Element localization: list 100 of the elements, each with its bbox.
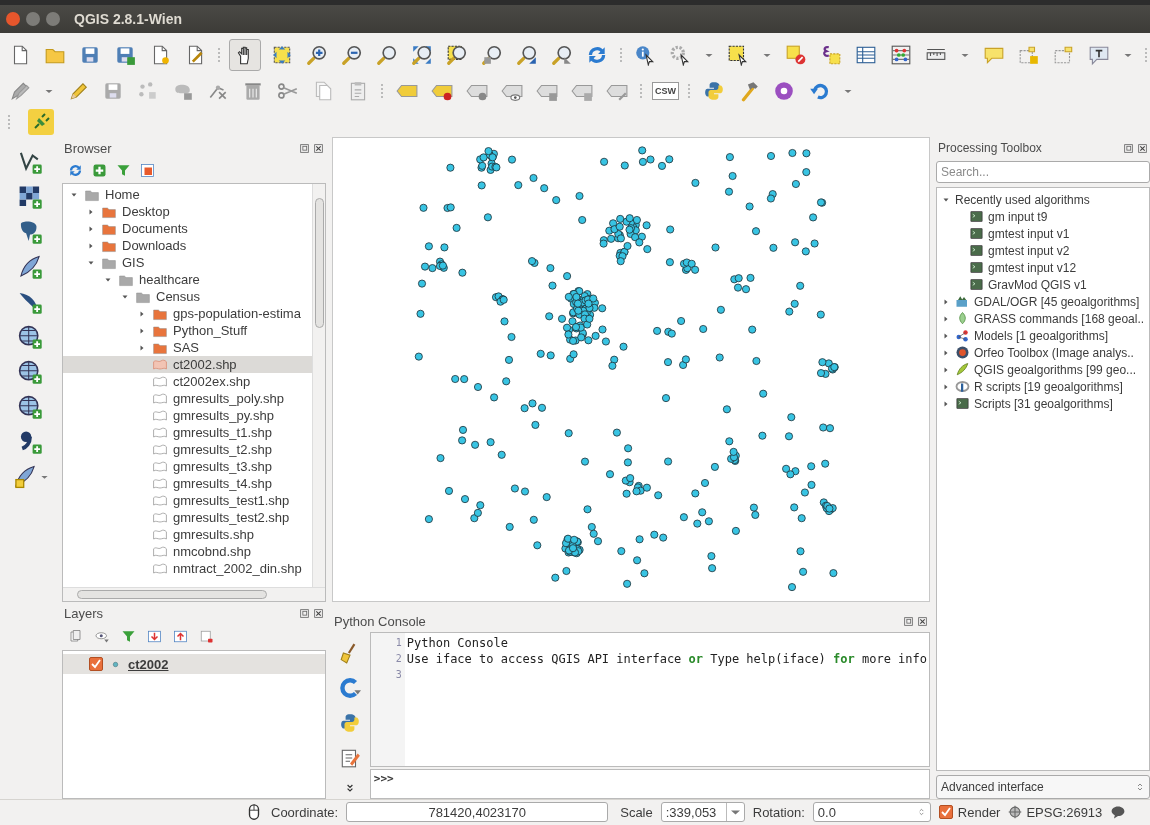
console-input[interactable]: >>> (369, 769, 930, 799)
tree-item[interactable]: Desktop (63, 203, 312, 220)
tree-item[interactable]: Python_Stuff (63, 322, 312, 339)
globe-add-icon[interactable] (17, 324, 43, 350)
tree-item[interactable]: ct2002.shp (63, 356, 312, 373)
tree-item[interactable]: gmresults_t2.shp (63, 441, 312, 458)
tree-item[interactable]: gmresults_poly.shp (63, 390, 312, 407)
layer-item[interactable]: ct2002 (63, 654, 325, 674)
info-cursor-icon[interactable] (634, 44, 656, 66)
magnifier-icon[interactable] (446, 44, 468, 66)
globe-add-icon[interactable] (17, 359, 43, 385)
tree-item[interactable]: R scripts [19 geoalgorithms] (937, 378, 1149, 395)
tree-item[interactable]: Home (63, 186, 312, 203)
close-icon[interactable] (313, 142, 324, 154)
close-icon[interactable] (313, 607, 324, 619)
tree-item[interactable]: gmresults_t1.shp (63, 424, 312, 441)
zoom-out-icon[interactable] (341, 44, 363, 66)
tree-item[interactable]: Documents (63, 220, 312, 237)
python-icon[interactable] (703, 80, 725, 102)
maximize-button[interactable] (46, 12, 60, 26)
close-button[interactable] (6, 12, 20, 26)
rotation-spinbox[interactable]: 0.0 (812, 802, 931, 822)
float-icon[interactable] (299, 607, 310, 619)
expand-icon[interactable] (147, 628, 162, 644)
pencil-icon[interactable] (67, 80, 89, 102)
close-icon[interactable] (917, 615, 928, 627)
text-bubble-icon[interactable] (1088, 44, 1110, 66)
tree-item[interactable]: gm input t9 (937, 208, 1149, 225)
plugin-button[interactable] (28, 109, 54, 135)
tree-item[interactable]: gmtest input v1 (937, 225, 1149, 242)
tree-item[interactable]: GravMod QGIS v1 (937, 276, 1149, 293)
crs-button[interactable]: EPSG:26913 (1008, 804, 1103, 820)
zoom-in-icon[interactable] (306, 44, 328, 66)
gear-cursor-icon[interactable] (669, 44, 691, 66)
speech-bubble-icon[interactable] (1110, 804, 1127, 820)
float-icon[interactable] (1123, 142, 1134, 154)
feather-add-icon[interactable] (17, 254, 43, 280)
select-cursor-icon[interactable] (727, 44, 749, 66)
tree-item[interactable]: GIS (63, 254, 312, 271)
stacked-pages-icon[interactable] (68, 628, 83, 644)
tree-item[interactable]: gmresults_test2.shp (63, 509, 312, 526)
pencils-icon[interactable] (9, 80, 31, 102)
tree-item[interactable]: Orfeo Toolbox (Image analys.. (937, 344, 1149, 361)
magnifier-icon[interactable] (516, 44, 538, 66)
tree-item[interactable]: Models [1 geoalgorithms] (937, 327, 1149, 344)
abacus-icon[interactable] (890, 44, 912, 66)
collapse-icon[interactable] (173, 628, 188, 644)
filter-icon[interactable] (116, 162, 131, 178)
pan-arrows-icon[interactable] (271, 44, 293, 66)
scale-dropdown[interactable]: :339,053 (660, 802, 745, 822)
python-icon[interactable] (338, 712, 361, 734)
coordinate-field[interactable]: 781420,4023170 (346, 802, 609, 822)
pan-tool-button[interactable] (229, 39, 261, 71)
globe-add-icon[interactable] (17, 394, 43, 420)
float-icon[interactable] (903, 615, 914, 627)
collapse-icon[interactable] (140, 162, 155, 178)
tree-item[interactable]: SAS (63, 339, 312, 356)
remove-icon[interactable] (199, 628, 214, 644)
interface-dropdown[interactable]: Advanced interface (936, 775, 1150, 799)
refresh-icon[interactable] (68, 162, 83, 178)
tree-item[interactable]: gmtest input v12 (937, 259, 1149, 276)
tree-item[interactable]: gmresults.shp (63, 526, 312, 543)
raster-add-icon[interactable] (17, 184, 43, 210)
tree-item[interactable]: Downloads (63, 237, 312, 254)
close-icon[interactable] (1137, 142, 1148, 154)
minimize-button[interactable] (26, 12, 40, 26)
tree-item[interactable]: gmresults_t4.shp (63, 475, 312, 492)
render-checkbox[interactable] (938, 805, 953, 819)
scrollbar-thumb[interactable] (77, 590, 267, 599)
trash-icon[interactable] (242, 80, 264, 102)
tree-item[interactable]: Census (63, 288, 312, 305)
scrollbar-thumb[interactable] (314, 198, 324, 328)
table-icon[interactable] (855, 44, 877, 66)
scissors-icon[interactable] (277, 80, 299, 102)
zoom-full-icon[interactable] (411, 44, 433, 66)
filter-icon[interactable] (121, 628, 136, 644)
search-field[interactable]: Search... (936, 161, 1150, 183)
tree-item[interactable]: Scripts [31 geoalgorithms] (937, 395, 1149, 412)
cog-badge-icon[interactable] (773, 80, 795, 102)
layer-checkbox[interactable] (89, 657, 103, 671)
refresh-icon[interactable] (586, 44, 608, 66)
tree-item[interactable]: gmresults_t3.shp (63, 458, 312, 475)
magnifier-icon[interactable] (376, 44, 398, 66)
tree-item[interactable]: QGIS geoalgorithms [99 geo... (937, 361, 1149, 378)
tree-item[interactable]: GDAL/OGR [45 geoalgorithms] (937, 293, 1149, 310)
selection-expression-icon[interactable] (820, 44, 842, 66)
csw-button[interactable]: CSW (652, 82, 679, 100)
tree-item[interactable]: ct2002ex.shp (63, 373, 312, 390)
tree-item[interactable]: gmresults_test1.shp (63, 492, 312, 509)
add-icon[interactable] (92, 162, 107, 178)
tree-item[interactable]: nmcobnd.shp (63, 543, 312, 560)
tree-item[interactable]: gps-population-estima (63, 305, 312, 322)
magnifier-icon[interactable] (551, 44, 573, 66)
magnifier-icon[interactable] (481, 44, 503, 66)
float-icon[interactable] (299, 142, 310, 154)
tree-item[interactable]: GRASS commands [168 geoal.. (937, 310, 1149, 327)
tree-item[interactable]: gmresults_py.shp (63, 407, 312, 424)
tree-item[interactable]: Recently used algorithms (937, 191, 1149, 208)
tree-item[interactable]: healthcare (63, 271, 312, 288)
tree-item[interactable]: gmtest input v2 (937, 242, 1149, 259)
